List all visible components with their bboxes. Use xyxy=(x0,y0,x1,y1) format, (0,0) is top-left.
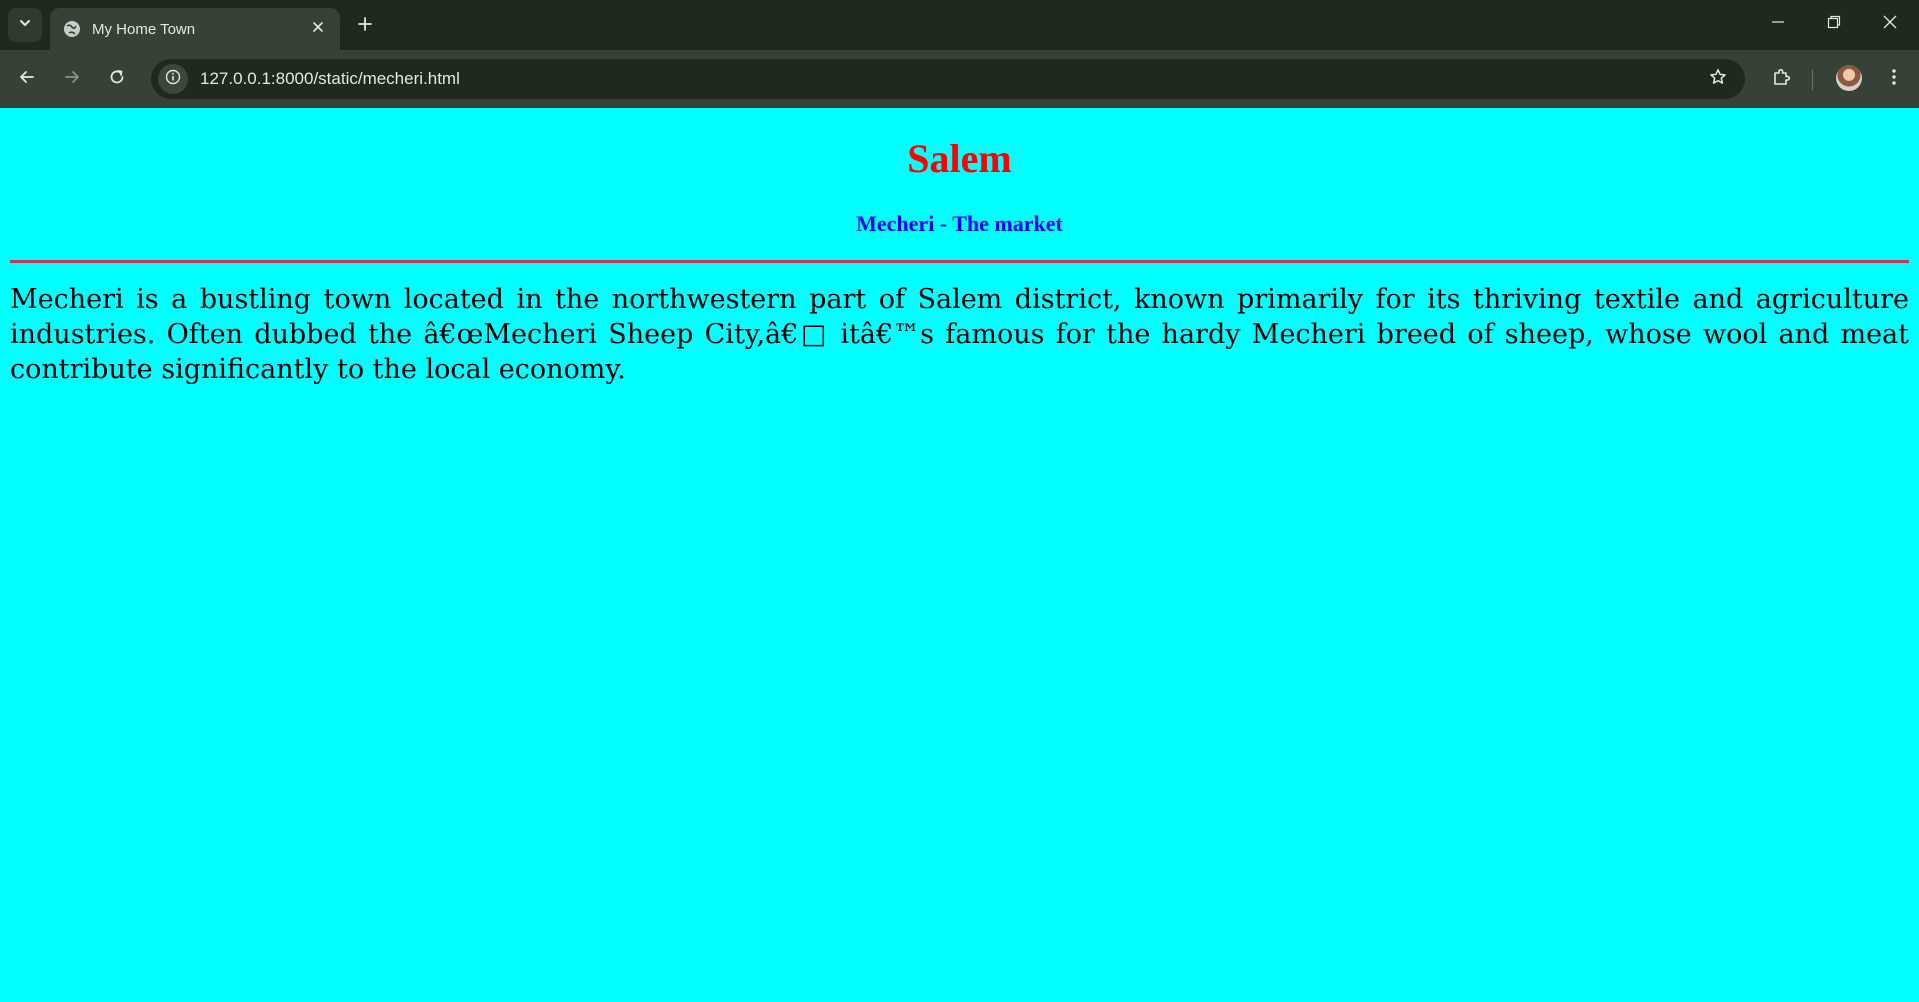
close-icon xyxy=(312,20,324,38)
kebab-menu-icon xyxy=(1891,68,1897,91)
star-icon xyxy=(1709,68,1727,91)
minimize-button[interactable] xyxy=(1750,0,1806,48)
plus-icon xyxy=(357,16,373,37)
browser-toolbar: 127.0.0.1:8000/static/mecheri.html xyxy=(0,50,1919,108)
forward-button[interactable] xyxy=(55,62,89,96)
close-window-button[interactable] xyxy=(1862,0,1918,48)
avatar[interactable] xyxy=(1836,65,1862,91)
close-icon xyxy=(1883,15,1897,34)
site-info-button[interactable] xyxy=(158,64,188,94)
reload-icon xyxy=(108,68,126,91)
page-title: Salem xyxy=(907,136,1012,181)
minimize-icon xyxy=(1771,15,1785,34)
restore-icon xyxy=(1827,15,1841,34)
arrow-right-icon xyxy=(63,68,81,91)
horizontal-rule xyxy=(10,260,1909,263)
page-subtitle: Mecheri - The market xyxy=(856,211,1063,236)
tab-my-home-town[interactable]: My Home Town xyxy=(50,8,340,50)
tab-close-button[interactable] xyxy=(304,15,332,43)
address-bar[interactable]: 127.0.0.1:8000/static/mecheri.html xyxy=(151,59,1745,99)
puzzle-icon xyxy=(1772,67,1792,92)
tab-title: My Home Town xyxy=(92,20,196,38)
page-content: Salem Mecheri - The market Mecheri is a … xyxy=(0,108,1919,1002)
back-button[interactable] xyxy=(10,62,44,96)
url-text[interactable]: 127.0.0.1:8000/static/mecheri.html xyxy=(200,69,1701,89)
info-icon xyxy=(165,69,181,90)
extensions-button[interactable] xyxy=(1765,62,1799,96)
globe-icon xyxy=(62,19,82,39)
bookmark-button[interactable] xyxy=(1701,62,1735,96)
toolbar-separator xyxy=(1812,70,1813,90)
tab-search-button[interactable] xyxy=(8,8,42,42)
tab-strip: My Home Town xyxy=(0,0,1919,50)
intro-paragraph: Mecheri is a bustling town located in th… xyxy=(10,284,1909,385)
chevron-down-icon xyxy=(18,16,32,35)
browser-menu-button[interactable] xyxy=(1877,62,1911,96)
restore-button[interactable] xyxy=(1806,0,1862,48)
arrow-left-icon xyxy=(18,68,36,91)
reload-button[interactable] xyxy=(100,62,134,96)
new-tab-button[interactable] xyxy=(349,10,381,42)
